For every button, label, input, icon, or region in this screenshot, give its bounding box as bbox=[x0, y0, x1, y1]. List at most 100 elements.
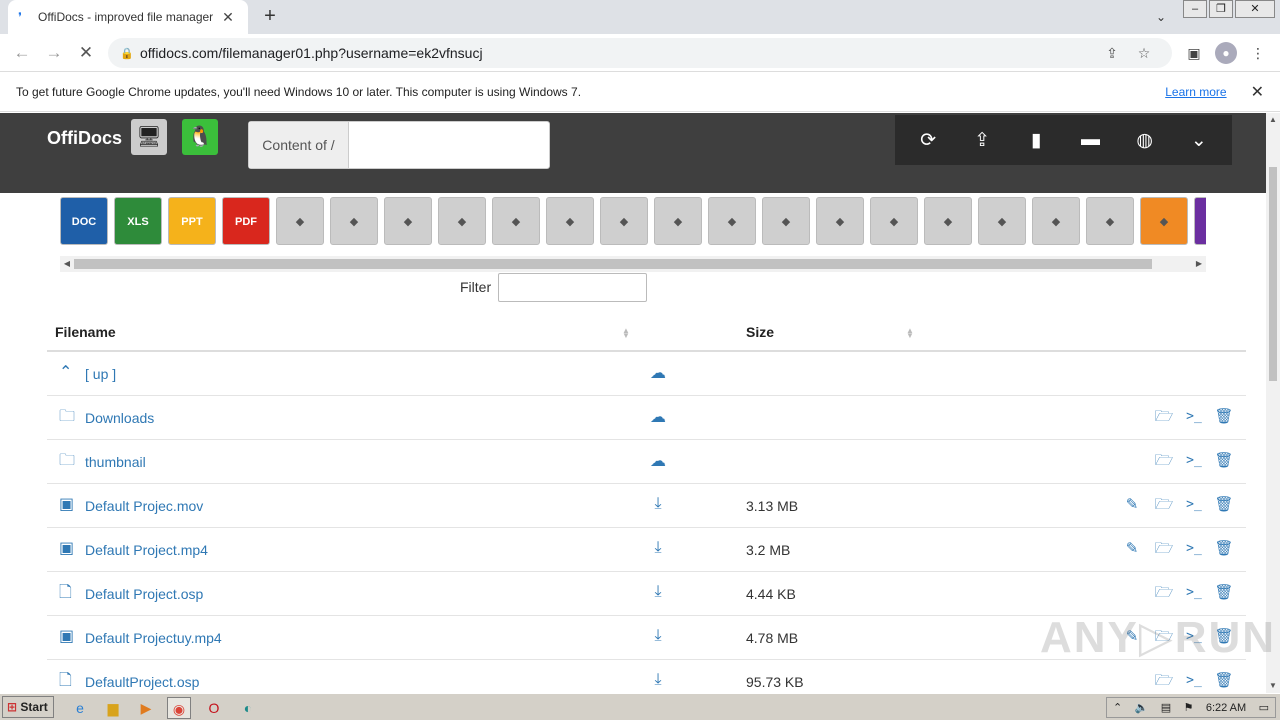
show-desktop-icon[interactable]: ▭ bbox=[1259, 701, 1269, 714]
browser-menu-icon[interactable]: ⋮ bbox=[1247, 42, 1269, 64]
file-name-link[interactable]: DefaultProject.osp bbox=[85, 674, 199, 690]
file-name-link[interactable]: thumbnail bbox=[85, 454, 146, 470]
media-player-icon[interactable]: ▶ bbox=[134, 697, 158, 719]
refresh-icon[interactable]: ⟳ bbox=[908, 129, 948, 152]
forward-arrow-icon[interactable]: → bbox=[42, 41, 66, 65]
side-panel-icon[interactable]: ▣ bbox=[1183, 42, 1205, 64]
sort-icon[interactable]: ▲ ▼ bbox=[906, 327, 914, 340]
profile-avatar-icon[interactable]: ● bbox=[1215, 42, 1237, 64]
globe-icon[interactable]: ◆ bbox=[924, 197, 972, 245]
new-file-icon[interactable]: ▮ bbox=[1016, 129, 1056, 152]
terminal-icon[interactable]: >_ bbox=[1184, 407, 1204, 427]
eclipse-icon[interactable]: ◆ bbox=[762, 197, 810, 245]
partial-icon[interactable]: ◆ bbox=[1194, 197, 1206, 245]
tray-expand-icon[interactable]: ⌃ bbox=[1113, 701, 1122, 714]
mail-icon[interactable]: ◆ bbox=[978, 197, 1026, 245]
inkscape-icon[interactable]: ◆ bbox=[330, 197, 378, 245]
open-folder-icon[interactable]: 🗁 bbox=[1154, 583, 1174, 603]
back-arrow-icon[interactable]: ← bbox=[10, 41, 34, 65]
scroll-right-arrow-icon[interactable]: ▶ bbox=[1192, 256, 1206, 272]
download-icon[interactable]: ⤓ bbox=[647, 495, 669, 517]
chevron-down-icon[interactable]: ⌄ bbox=[1179, 129, 1219, 152]
openshot-icon[interactable]: ◆ bbox=[492, 197, 540, 245]
windows-desktop-icon[interactable]: 🖥 bbox=[131, 119, 167, 155]
explorer-folder-icon[interactable]: ▆ bbox=[101, 697, 125, 719]
bookmark-star-icon[interactable]: ☆ bbox=[1128, 45, 1160, 62]
chrome-icon[interactable]: ◉ bbox=[167, 697, 191, 719]
close-window-button[interactable]: ✕ bbox=[1235, 0, 1275, 18]
new-tab-button[interactable]: + bbox=[258, 4, 282, 28]
file-name-link[interactable]: Default Projectuy.mp4 bbox=[85, 630, 222, 646]
upload-icon[interactable]: ⇪ bbox=[962, 129, 1002, 152]
terminal-icon[interactable]: >_ bbox=[1184, 451, 1204, 471]
horizontal-scrollbar[interactable]: ◀ ▶ bbox=[60, 256, 1206, 272]
minimize-button[interactable]: – bbox=[1183, 0, 1207, 18]
clock[interactable]: 6:22 AM bbox=[1206, 702, 1246, 714]
terminal-icon[interactable]: >_ bbox=[1184, 671, 1204, 691]
network-icon[interactable]: ▤ bbox=[1161, 701, 1171, 714]
doc-app-icon[interactable]: DOC bbox=[60, 197, 108, 245]
close-tab-icon[interactable]: ✕ bbox=[218, 9, 238, 26]
scrollbar-thumb[interactable] bbox=[74, 259, 1152, 269]
size-column-header[interactable]: Size bbox=[746, 324, 774, 340]
browser-tab[interactable]: ❜ OffiDocs - improved file manager ✕ bbox=[8, 0, 248, 34]
open-folder-icon[interactable]: 🗁 bbox=[1154, 495, 1174, 515]
volume-icon[interactable]: 🔈 bbox=[1135, 701, 1149, 714]
vertical-scrollbar[interactable]: ▲ ▼ bbox=[1266, 113, 1280, 693]
chess-icon[interactable]: ◆ bbox=[1032, 197, 1080, 245]
lmms-icon[interactable]: ◆ bbox=[546, 197, 594, 245]
trash-icon[interactable]: 🗑 bbox=[1214, 539, 1234, 559]
pdf-app-icon[interactable]: PDF bbox=[222, 197, 270, 245]
scroll-down-arrow-icon[interactable]: ▼ bbox=[1266, 679, 1280, 693]
sort-icon[interactable]: ▲ ▼ bbox=[622, 327, 630, 340]
path-input[interactable] bbox=[349, 122, 549, 168]
file-name-link[interactable]: Default Project.osp bbox=[85, 586, 203, 602]
drawio-icon[interactable]: ◆ bbox=[384, 197, 432, 245]
download-icon[interactable]: ⤓ bbox=[647, 583, 669, 605]
terminal-icon[interactable]: >_ bbox=[1184, 583, 1204, 603]
scroll-left-arrow-icon[interactable]: ◀ bbox=[60, 256, 74, 272]
draw-icon[interactable]: ◆ bbox=[708, 197, 756, 245]
scroll-up-arrow-icon[interactable]: ▲ bbox=[1266, 113, 1280, 127]
learn-more-link[interactable]: Learn more bbox=[1165, 85, 1226, 99]
gantt-icon[interactable]: ◆ bbox=[870, 197, 918, 245]
file-name-link[interactable]: [ up ] bbox=[85, 366, 116, 382]
gimp-icon[interactable]: ◆ bbox=[276, 197, 324, 245]
download-icon[interactable]: ⤓ bbox=[647, 627, 669, 649]
filter-input[interactable] bbox=[498, 273, 647, 302]
terminal-icon[interactable]: >_ bbox=[1184, 539, 1204, 559]
filename-column-header[interactable]: Filename bbox=[55, 324, 116, 340]
trash-icon[interactable]: 🗑 bbox=[1214, 495, 1234, 515]
tab-search-icon[interactable]: ⌄ bbox=[1150, 6, 1172, 28]
trash-icon[interactable]: 🗑 bbox=[1214, 451, 1234, 471]
abacus-icon[interactable]: ◆ bbox=[1086, 197, 1134, 245]
cloud-download-icon[interactable]: ☁ bbox=[647, 407, 669, 429]
open-folder-icon[interactable]: 🗁 bbox=[1154, 407, 1174, 427]
trash-icon[interactable]: 🗑 bbox=[1214, 407, 1234, 427]
cloud-download-icon[interactable]: ☁ bbox=[647, 451, 669, 473]
action-center-flag-icon[interactable]: ⚑ bbox=[1184, 701, 1194, 714]
vertical-scrollbar-thumb[interactable] bbox=[1269, 167, 1277, 381]
file-name-link[interactable]: Downloads bbox=[85, 410, 154, 426]
start-button[interactable]: ⊞ Start bbox=[2, 696, 54, 718]
xls-app-icon[interactable]: XLS bbox=[114, 197, 162, 245]
video-edit-icon[interactable]: ◆ bbox=[1140, 197, 1188, 245]
cards-icon[interactable]: ◆ bbox=[816, 197, 864, 245]
ppt-app-icon[interactable]: PPT bbox=[168, 197, 216, 245]
edge-icon[interactable]: ◐ bbox=[236, 697, 260, 719]
edit-icon[interactable]: ✎ bbox=[1122, 539, 1142, 559]
open-folder-icon[interactable]: 🗁 bbox=[1154, 451, 1174, 471]
globe-icon[interactable]: ◍ bbox=[1125, 129, 1165, 152]
cloud-download-icon[interactable]: ☁ bbox=[647, 363, 669, 385]
file-name-link[interactable]: Default Projec.mov bbox=[85, 498, 203, 514]
opera-icon[interactable]: O bbox=[202, 697, 226, 719]
terminal-icon[interactable]: >_ bbox=[1184, 495, 1204, 515]
audacity-icon[interactable]: ◆ bbox=[438, 197, 486, 245]
url-text[interactable]: offidocs.com/filemanager01.php?username=… bbox=[140, 45, 1096, 61]
edit-icon[interactable]: ✎ bbox=[1122, 495, 1142, 515]
trash-icon[interactable]: 🗑 bbox=[1214, 583, 1234, 603]
file-name-link[interactable]: Default Project.mp4 bbox=[85, 542, 208, 558]
address-bar[interactable]: 🔒 offidocs.com/filemanager01.php?usernam… bbox=[108, 38, 1172, 68]
trash-icon[interactable]: 🗑 bbox=[1214, 671, 1234, 691]
openshot-alt-icon[interactable]: ◆ bbox=[600, 197, 648, 245]
